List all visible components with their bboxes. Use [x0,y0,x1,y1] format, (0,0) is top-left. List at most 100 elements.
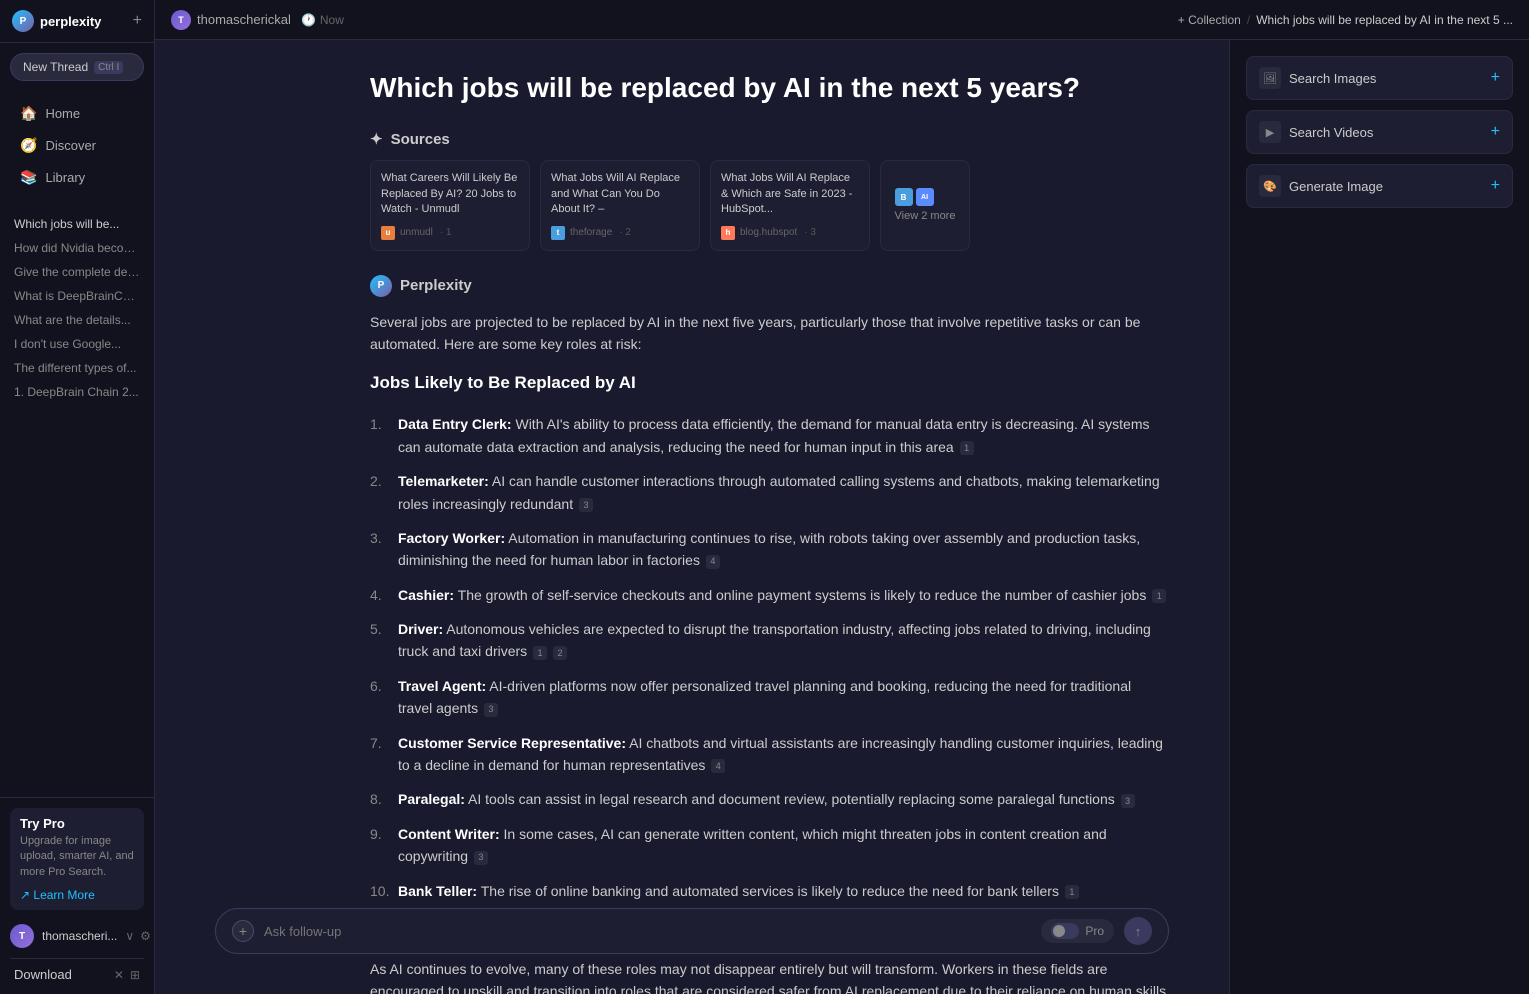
citation-4-1[interactable]: 1 [533,646,547,660]
source-title-0: What Careers Will Likely Be Replaced By … [381,171,519,217]
generate-image-label: Generate Image [1289,179,1383,194]
generate-image-icon: 🎨 [1259,175,1281,197]
citation-4-2[interactable]: 2 [553,646,567,660]
source-footer-0: u unmudl · 1 [381,226,519,240]
topbar-breadcrumb: + Collection / Which jobs will be replac… [1178,13,1513,27]
sidebar-item-discover[interactable]: 🧭 Discover [6,130,148,161]
sources-grid: What Careers Will Likely Be Replaced By … [370,160,1169,250]
pro-toggle-label: Pro [1085,924,1104,938]
citation-1-3[interactable]: 3 [579,498,593,512]
user-settings-icon[interactable]: ⚙ [140,929,151,943]
generate-image-left: 🎨 Generate Image [1259,175,1383,197]
job-item-6: 7. Customer Service Representative: AI c… [370,726,1169,783]
job-num-7: 8. [370,788,390,810]
followup-pro-toggle: Pro [1041,919,1114,943]
job-desc-4: Driver: Autonomous vehicles are expected… [398,618,1169,663]
download-label: Download [14,967,106,982]
sources-section: ✦ Sources What Careers Will Likely Be Re… [370,130,1169,250]
search-images-icon: 🖼 [1259,67,1281,89]
library-item-5[interactable]: I don't use Google... [0,332,154,356]
source-domain-0: unmudl [400,227,433,238]
implications-text: As AI continues to evolve, many of these… [370,958,1169,994]
library-item-0[interactable]: Which jobs will be... [0,212,154,236]
library-item-3[interactable]: What is DeepBrainChain... [0,284,154,308]
library-item-2[interactable]: Give the complete detail... [0,260,154,284]
generate-image-item[interactable]: 🎨 Generate Image + [1246,164,1513,208]
try-pro-title: Try Pro [20,816,134,831]
answer-header: P Perplexity [370,275,1169,297]
citation-2-4[interactable]: 4 [706,555,720,569]
search-videos-item[interactable]: ▶ Search Videos + [1246,110,1513,154]
download-discord-icon[interactable]: ⊞ [130,968,140,982]
source-domain-2: blog.hubspot [740,227,797,238]
page-title: Which jobs will be replaced by AI in the… [370,70,1169,106]
citation-8-3[interactable]: 3 [474,851,488,865]
source-favicon-1: t [551,226,565,240]
user-actions: ∨ ⚙ [125,929,151,943]
logo-text: perplexity [40,14,101,29]
library-item-6[interactable]: The different types of... [0,356,154,380]
job-desc-3: Cashier: The growth of self-service chec… [398,584,1166,606]
user-name: thomascheri... [42,929,117,943]
generate-image-plus[interactable]: + [1491,177,1500,195]
job-desc-2: Factory Worker: Automation in manufactur… [398,527,1169,572]
library-icon: 📚 [20,169,37,186]
sidebar-add-button[interactable]: + [133,12,142,30]
citation-5-3[interactable]: 3 [484,703,498,717]
view-more-icon-0: B [895,188,913,206]
new-thread-button[interactable]: New Thread Ctrl I [10,53,144,81]
job-num-2: 3. [370,527,390,572]
job-item-2: 3. Factory Worker: Automation in manufac… [370,521,1169,578]
download-bar: Download ✕ ⊞ [10,958,144,984]
source-card-1[interactable]: What Jobs Will AI Replace and What Can Y… [540,160,700,250]
answer-section: P Perplexity Several jobs are projected … [370,275,1169,994]
sidebar-item-library[interactable]: 📚 Library [6,162,148,193]
job-num-5: 6. [370,675,390,720]
citation-9-1[interactable]: 1 [1065,885,1079,899]
breadcrumb-separator: / [1247,13,1250,27]
sidebar-item-home[interactable]: 🏠 Home [6,98,148,129]
view-more-label: View 2 more [895,210,956,222]
search-images-item[interactable]: 🖼 Search Images + [1246,56,1513,100]
source-favicon-0: u [381,226,395,240]
clock-icon: 🕐 [301,13,316,27]
search-videos-plus[interactable]: + [1491,123,1500,141]
download-close-icon[interactable]: ✕ [114,968,124,982]
source-domain-1: theforage [570,227,612,238]
sources-sparkle-icon: ✦ [370,130,383,148]
view-more-icons: B AI [895,188,956,206]
library-item-4[interactable]: What are the details... [0,308,154,332]
topbar: T thomascherickal 🕐 Now + Collection / W… [155,0,1529,40]
search-images-left: 🖼 Search Images [1259,67,1376,89]
learn-more-button[interactable]: ↗ Learn More [20,888,95,902]
citation-3-1[interactable]: 1 [1152,589,1166,603]
jobs-list: 1. Data Entry Clerk: With AI's ability t… [370,407,1169,908]
citation-7-3[interactable]: 3 [1121,794,1135,808]
logo-icon: P [12,10,34,32]
user-row: T thomascheri... ∨ ⚙ [10,920,144,952]
topbar-time-label: Now [320,13,344,27]
collection-button[interactable]: + Collection [1178,13,1241,27]
source-card-0[interactable]: What Careers Will Likely Be Replaced By … [370,160,530,250]
view-more-card[interactable]: B AI View 2 more [880,160,970,250]
search-images-plus[interactable]: + [1491,69,1500,87]
followup-input[interactable] [264,924,1031,939]
followup-send-button[interactable]: ↑ [1124,917,1152,945]
user-chevron-icon[interactable]: ∨ [125,929,134,943]
source-footer-2: h blog.hubspot · 3 [721,226,859,240]
view-more-icon-1: AI [916,188,934,206]
followup-add-button[interactable]: + [232,920,254,942]
pro-toggle-knob[interactable] [1051,923,1079,939]
sidebar-bottom: Try Pro Upgrade for image upload, smarte… [0,797,154,994]
library-item-7[interactable]: 1. DeepBrain Chain 2... [0,380,154,404]
download-actions: ✕ ⊞ [114,968,140,982]
source-favicon-2: h [721,226,735,240]
job-item-0: 1. Data Entry Clerk: With AI's ability t… [370,407,1169,464]
job-num-3: 4. [370,584,390,606]
source-card-2[interactable]: What Jobs Will AI Replace & Which are Sa… [710,160,870,250]
citation-6-4[interactable]: 4 [711,759,725,773]
topbar-user-avatar: T [171,10,191,30]
job-item-5: 6. Travel Agent: AI-driven platforms now… [370,669,1169,726]
library-item-1[interactable]: How did Nvidia become... [0,236,154,260]
citation-0-1[interactable]: 1 [960,441,974,455]
